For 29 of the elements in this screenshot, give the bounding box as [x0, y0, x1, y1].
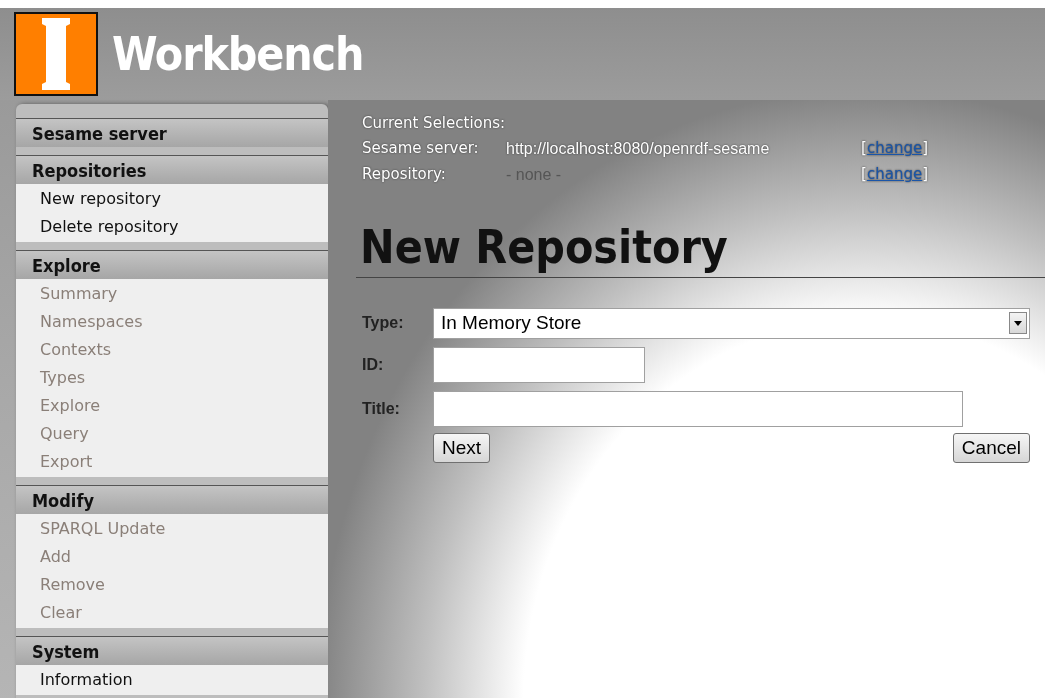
next-button[interactable]: Next — [433, 432, 491, 463]
selection-value: http://localhost:8080/openrdf-sesame — [506, 138, 771, 159]
selections-title: Current Selections: — [362, 113, 507, 134]
change-link[interactable]: change — [866, 137, 923, 160]
sidebar-item[interactable]: Delete repository — [16, 213, 328, 241]
selection-label: Sesame server: — [362, 138, 480, 160]
field-label: Title: — [362, 398, 401, 419]
sidebar-item[interactable]: Information — [16, 666, 328, 694]
id-field[interactable] — [433, 346, 645, 383]
app-title: Workbench — [112, 25, 364, 83]
section-header: Repositories — [16, 155, 328, 184]
section-header: System — [16, 636, 328, 665]
bracket-text: ] — [922, 138, 928, 160]
field-label: Type: — [362, 313, 405, 333]
field-label: ID: — [362, 354, 385, 375]
logo-icon — [14, 12, 98, 96]
bracket-text: ] — [922, 164, 928, 186]
section-header: Explore — [16, 250, 328, 279]
change-link[interactable]: change — [866, 163, 923, 186]
cancel-button[interactable]: Cancel — [952, 432, 1030, 463]
sidebar-item[interactable]: New repository — [16, 185, 328, 213]
page-title: New Repository — [359, 218, 729, 275]
selection-label: Repository: — [362, 164, 447, 186]
bracket-text: [ — [861, 138, 867, 160]
section-header: Modify — [16, 485, 328, 514]
title-field[interactable] — [433, 390, 963, 427]
section-header: Sesame server — [16, 118, 328, 147]
bracket-text: [ — [861, 164, 867, 186]
type-select[interactable]: In Memory Store — [433, 307, 1030, 339]
